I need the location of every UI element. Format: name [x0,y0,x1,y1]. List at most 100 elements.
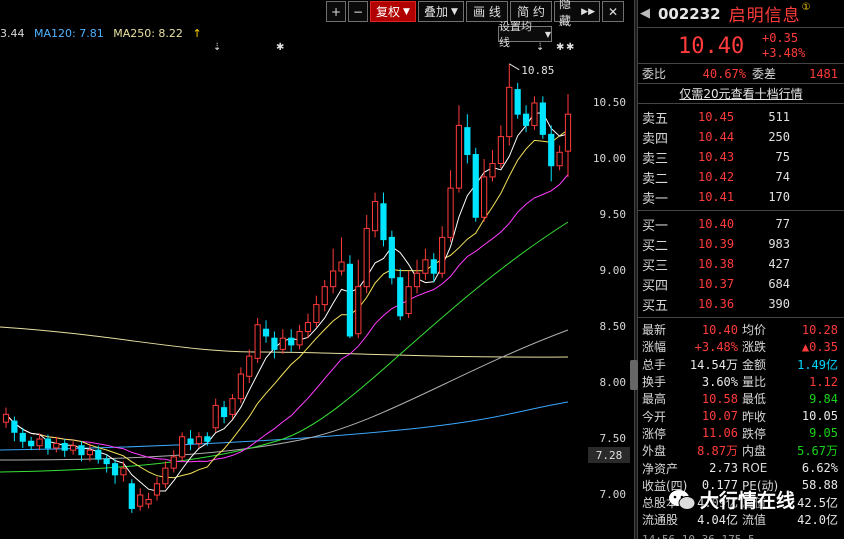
candle-up [70,445,77,451]
tick-footer: 14:56 10.36 175 5 [638,531,844,539]
event-marker-icon: ✱ [556,42,564,53]
stat-label: ROE [742,461,768,476]
stat-label: 跌停 [742,426,767,441]
candle-up [170,456,177,469]
book-level-label: 买五 [642,298,669,314]
book-row[interactable]: 卖四 10.44 250 [638,127,844,147]
book-level-label: 卖四 [642,131,669,147]
kline-chart[interactable]: 10.85 ⇣ ✱ ⇣ ✱ ✱ 3.44 MA120: 7.81 MA250: 8.22 … [0,0,634,539]
book-row[interactable]: 买二 10.39 983 [638,234,844,254]
book-price: 10.37 [698,277,735,291]
adjust-button[interactable]: 复权 ▼ [370,1,416,22]
candle-down [204,436,211,442]
candle-up [145,498,152,505]
book-price: 10.38 [698,257,735,271]
order-ratio-row: 委比 40.67% 委差 1481 [638,64,844,84]
candle-up [531,102,538,126]
bid-book: 买一 10.40 77 买二 10.39 983 买三 10.38 427 买四 10.37 684 买… [638,211,844,318]
book-row[interactable]: 买一 10.40 77 [638,214,844,234]
candle-down [380,203,387,241]
price-axis-label: 7.00 [599,488,627,501]
ma-settings-label: 设置均线 [499,20,532,49]
book-volume: 684 [768,277,790,291]
prev-stock-icon[interactable]: ◀ [640,6,652,21]
book-volume: 250 [768,130,790,144]
candle-up [363,227,370,288]
weibi-value: 40.67% [702,66,746,81]
candle-up [556,151,563,167]
candle-down [95,449,102,460]
stat-value: 10.05 [801,409,838,424]
dropdown-arrow-icon: ▼ [451,6,458,17]
candle-up [405,286,412,315]
adjust-label: 复权 [376,5,401,19]
candle-down [19,432,26,442]
overlay-button[interactable]: 叠加 ▼ [418,1,464,22]
candle-up [439,236,446,274]
candle-up [447,187,454,238]
candle-down [61,442,68,451]
book-level-label: 卖二 [642,171,669,187]
book-level-label: 买二 [642,238,669,254]
book-volume: 511 [768,110,790,124]
kline-canvas[interactable]: 10.85⇣ ✱ ⇣ ✱ ✱ [0,0,634,539]
stats-row: 涨幅 +3.48% 涨跌 ▲0.35 [638,338,844,355]
book-volume: 170 [768,190,790,204]
stat-label: 涨跌 [742,340,767,355]
collapse-handle[interactable] [630,360,638,390]
candle-up [2,413,10,423]
candle-up [153,483,161,496]
book-row[interactable]: 卖五 10.45 511 [638,107,844,127]
book-row[interactable]: 卖三 10.43 75 [638,147,844,167]
stat-label: 量比 [742,375,767,390]
max-marker-line [509,63,520,71]
candle-down [346,263,354,337]
hide-button[interactable]: 隐藏 ▶▶ [554,0,600,28]
book-price: 10.41 [698,190,735,204]
candle-up [296,330,303,346]
book-volume: 75 [775,150,790,164]
zoom-out-button[interactable]: − [348,1,368,22]
price-axis-label: 9.00 [599,264,627,277]
book-row[interactable]: 买四 10.37 684 [638,274,844,294]
book-price: 10.40 [698,217,735,231]
close-icon[interactable]: ✕ [602,1,624,22]
candle-down [514,89,521,115]
weicha-value: 1481 [809,66,838,81]
book-row[interactable]: 买三 10.38 427 [638,254,844,274]
wechat-icon [669,489,696,510]
price-axis-label: 9.50 [599,208,627,221]
candle-up [422,259,429,274]
book-row[interactable]: 买五 10.36 390 [638,294,844,314]
candle-up [481,176,488,218]
candle-down [78,445,85,456]
last-price: 10.40 [678,34,745,59]
weibi-label: 委比 [642,67,667,81]
stats-row: 今开 10.07 昨收 10.05 [638,407,844,424]
stats-row: 换手 3.60% 量比 1.12 [638,373,844,390]
stats-row: 净资产 2.73 ROE 6.62% [638,459,844,476]
candle-down [187,438,194,444]
stat-value: 1.12 [809,374,838,389]
book-row[interactable]: 卖一 10.41 170 [638,187,844,207]
stock-header: ◀ 002232 启明信息 ① [638,0,844,28]
candle-up [246,355,253,377]
candle-up [212,404,219,429]
level2-upsell-link[interactable]: 仅需20元查看十档行情 [638,84,844,104]
candle-down [288,337,295,346]
candle-up [36,438,43,447]
stats-row: 总手 14.54万 金额 1.49亿 [638,356,844,373]
chevron-right-icon: ▶▶ [581,6,595,17]
candle-down [548,133,555,167]
ma-settings-dropdown[interactable]: 设置均线 ▼ [498,20,552,49]
book-row[interactable]: 卖二 10.42 74 [638,167,844,187]
candle-up [497,136,504,164]
candle-up [371,201,379,232]
stat-value: 14.54万 [689,357,738,372]
stat-value: 8.87万 [697,444,738,459]
stat-label: 昨收 [742,409,767,424]
watermark: 大行情在线 [668,486,795,513]
zoom-in-button[interactable]: + [326,1,346,22]
price-axis-label: 8.50 [599,320,627,333]
stock-name: 启明信息 [728,6,801,26]
